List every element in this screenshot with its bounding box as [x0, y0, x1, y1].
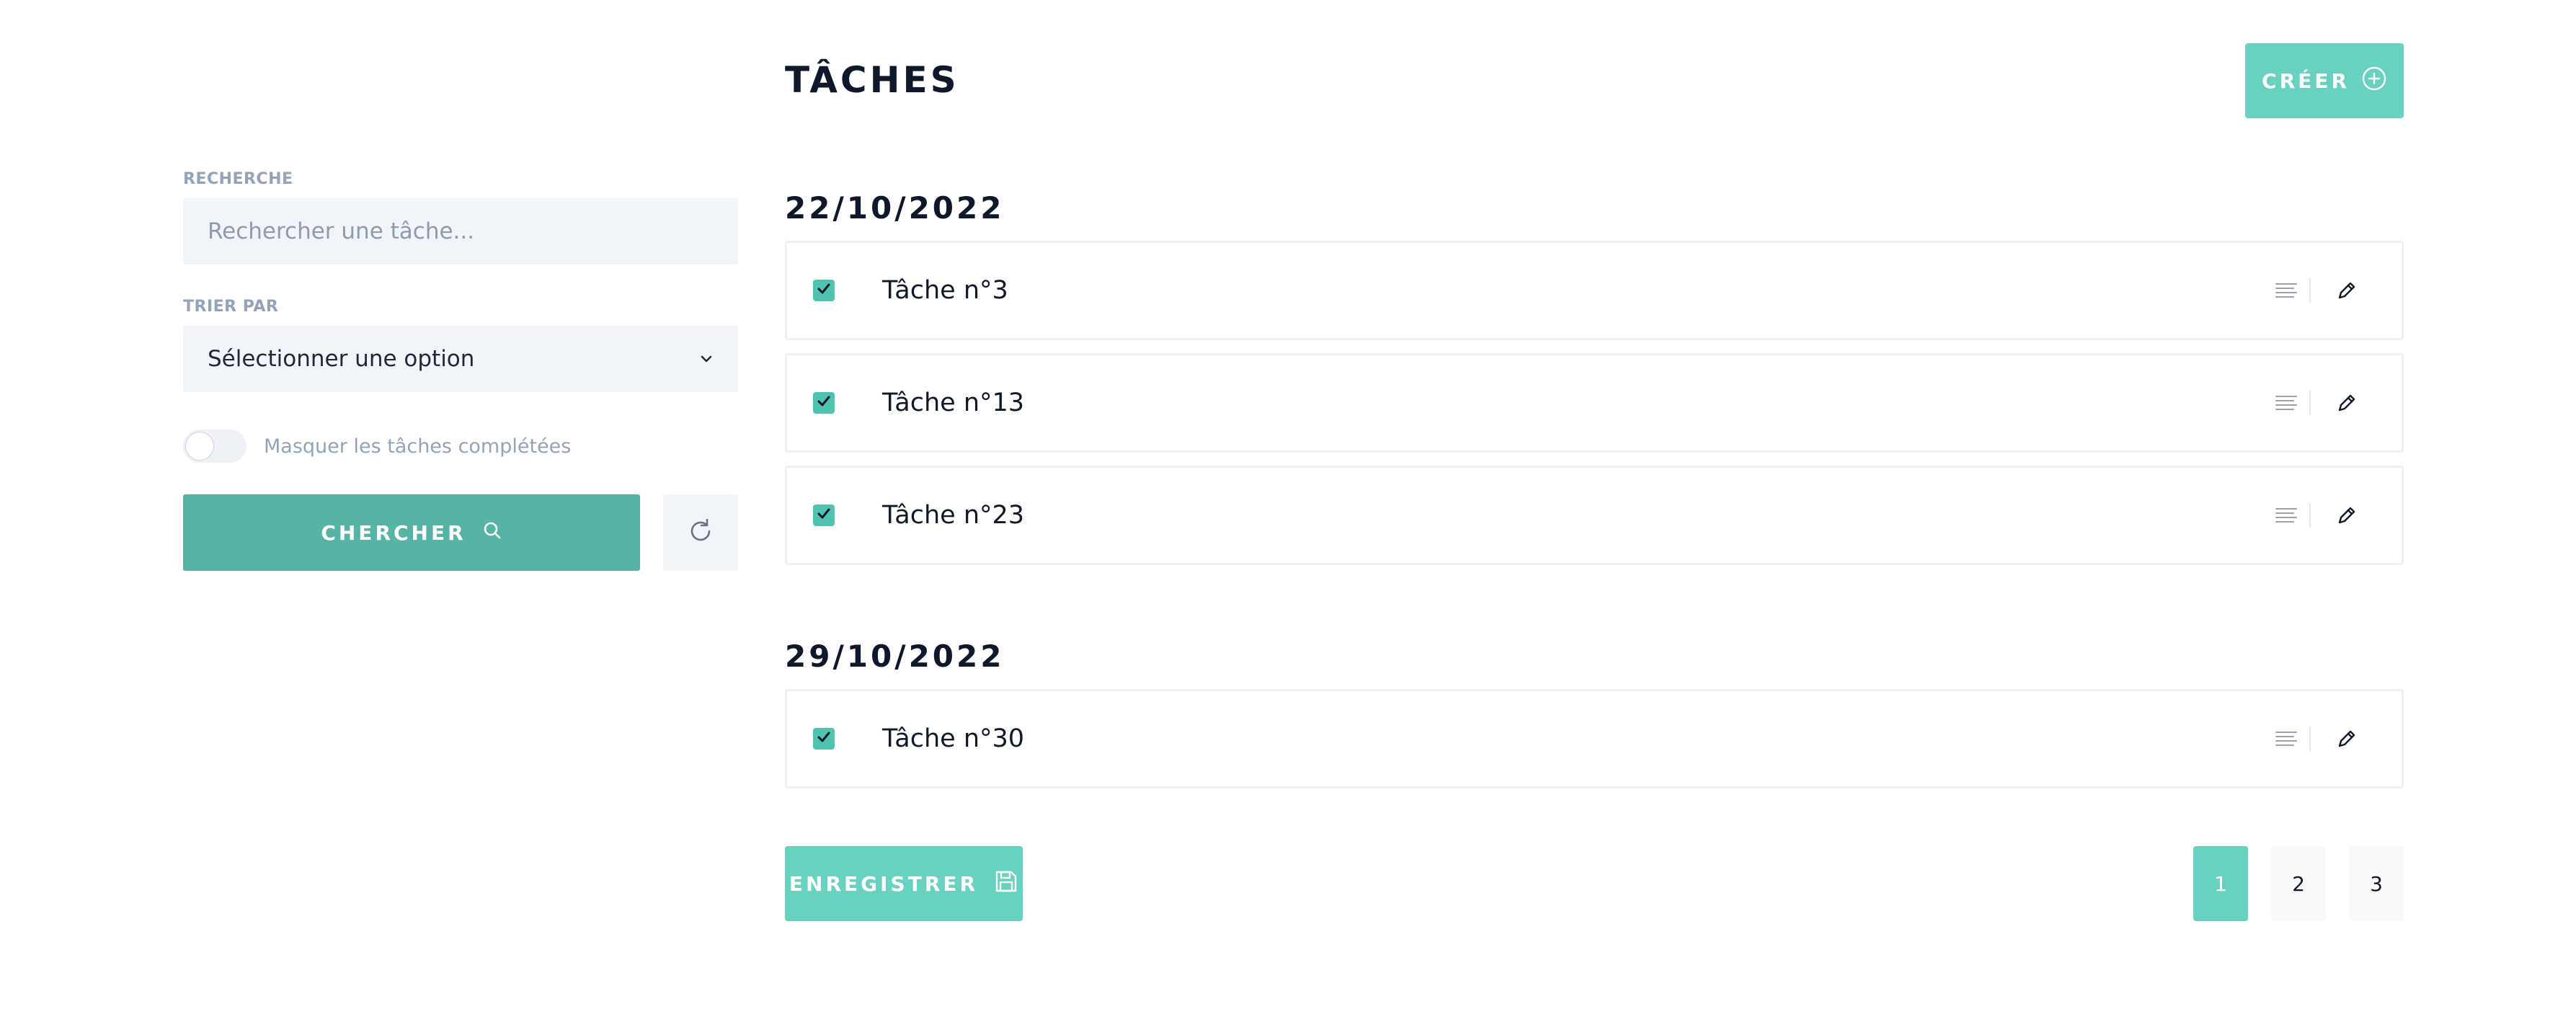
hide-completed-label: Masquer les tâches complétées — [264, 435, 572, 458]
edit-icon[interactable] — [2335, 279, 2358, 302]
task-checkbox[interactable] — [813, 392, 835, 414]
sort-select-value: Sélectionner une option — [208, 346, 475, 372]
check-icon — [816, 281, 832, 300]
refresh-icon — [685, 516, 716, 549]
page-button-1[interactable]: 1 — [2193, 846, 2248, 921]
sort-select[interactable]: Sélectionner une option — [183, 326, 738, 392]
create-button-label: CRÉER — [2262, 68, 2350, 93]
edit-icon[interactable] — [2335, 504, 2358, 527]
group-date: 22/10/2022 — [785, 190, 1005, 226]
task-name: Tâche n°23 — [882, 501, 1025, 530]
search-button[interactable]: CHERCHER — [183, 494, 640, 571]
plus-circle-icon — [2350, 66, 2387, 97]
page-button-3[interactable]: 3 — [2349, 846, 2404, 921]
task-row: Tâche n°23 — [785, 466, 2404, 565]
group-date: 29/10/2022 — [785, 639, 1005, 674]
task-name: Tâche n°30 — [882, 724, 1025, 753]
check-icon — [816, 394, 832, 412]
search-label: RECHERCHE — [183, 170, 293, 188]
task-row: Tâche n°30 — [785, 689, 2404, 788]
description-icon[interactable] — [2275, 726, 2311, 751]
edit-icon[interactable] — [2335, 391, 2358, 414]
task-row: Tâche n°3 — [785, 241, 2404, 340]
description-icon[interactable] — [2275, 503, 2311, 528]
search-input[interactable] — [183, 198, 738, 265]
sort-label: TRIER PAR — [183, 298, 279, 316]
page-title: TÂCHES — [785, 59, 959, 101]
search-icon — [466, 520, 502, 546]
save-button[interactable]: ENREGISTRER — [785, 846, 1023, 921]
create-button[interactable]: CRÉER — [2245, 43, 2404, 118]
hide-completed-toggle[interactable] — [183, 430, 247, 463]
check-icon — [816, 506, 832, 525]
reset-button[interactable] — [663, 494, 738, 571]
task-name: Tâche n°3 — [882, 276, 1008, 305]
page-button-2[interactable]: 2 — [2271, 846, 2326, 921]
task-checkbox[interactable] — [813, 504, 835, 526]
check-icon — [816, 729, 832, 748]
save-icon — [978, 869, 1018, 899]
task-name: Tâche n°13 — [882, 388, 1025, 417]
filter-sidebar: RECHERCHE TRIER PAR Sélectionner une opt… — [183, 170, 738, 571]
task-row: Tâche n°13 — [785, 353, 2404, 453]
chevron-down-icon — [699, 346, 714, 372]
save-button-label: ENREGISTRER — [789, 871, 979, 896]
description-icon[interactable] — [2275, 391, 2311, 415]
edit-icon[interactable] — [2335, 727, 2358, 750]
description-icon[interactable] — [2275, 278, 2311, 303]
task-checkbox[interactable] — [813, 728, 835, 750]
task-checkbox[interactable] — [813, 280, 835, 301]
search-button-label: CHERCHER — [321, 520, 466, 545]
pagination: 1 2 3 — [2170, 846, 2404, 921]
